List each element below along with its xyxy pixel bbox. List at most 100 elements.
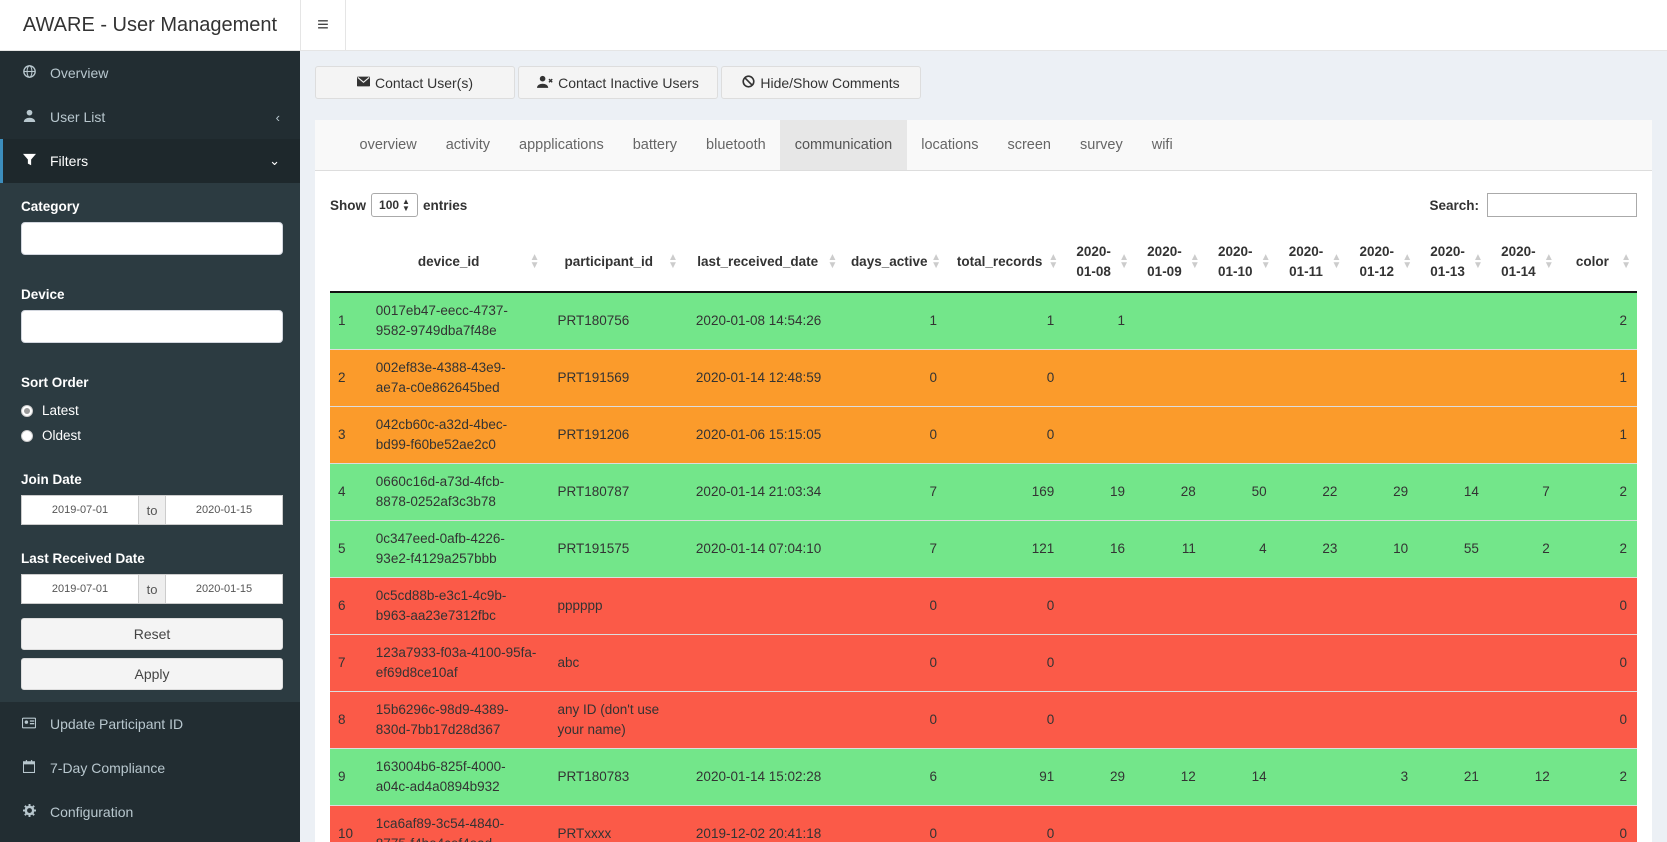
radio-button[interactable] bbox=[21, 429, 33, 442]
cell-d0111 bbox=[1276, 805, 1348, 842]
id-card-icon bbox=[18, 717, 40, 732]
last-received-to-input[interactable]: 2020-01-15 bbox=[165, 574, 283, 604]
column-header-color[interactable]: color ▲ ▼ bbox=[1559, 233, 1637, 293]
column-header-2020-01-13[interactable]: 2020-01-13 ▲ ▼ bbox=[1418, 233, 1489, 293]
cell-days-active: 1 bbox=[843, 291, 947, 350]
tab-activity[interactable]: activity bbox=[431, 120, 504, 170]
sort-arrows-icon: ▲ ▼ bbox=[1402, 252, 1413, 271]
column-header-total_records[interactable]: total_records ▲ ▼ bbox=[946, 233, 1065, 293]
table-header-row: device_id ▲ ▼ participant_id ▲ ▼ last_received… bbox=[330, 233, 1637, 293]
cell-d0109 bbox=[1135, 634, 1206, 692]
cell-last-received-date: 2020-01-06 15:15:05 bbox=[683, 406, 844, 464]
calendar-icon bbox=[18, 760, 40, 776]
sidebar-item-user-list[interactable]: User List ‹ bbox=[0, 95, 300, 139]
column-header-2020-01-10[interactable]: 2020-01-10 ▲ ▼ bbox=[1205, 233, 1277, 293]
cell-color: 2 bbox=[1559, 748, 1637, 806]
cell-d0110 bbox=[1205, 805, 1277, 842]
cell-d0114 bbox=[1488, 349, 1560, 407]
contact-users-button[interactable]: Contact User(s) bbox=[315, 66, 515, 99]
cell-d0108 bbox=[1064, 577, 1136, 635]
cell-idx: 2 bbox=[330, 349, 364, 407]
sort-arrows-icon: ▲ ▼ bbox=[1621, 252, 1631, 271]
cell-participant-id: PRT191569 bbox=[545, 349, 684, 407]
cell-d0111 bbox=[1276, 349, 1348, 407]
table-row[interactable]: 6 0c5cd88b-e3c1-4c9b-b963-aa23e7312fbc ppp… bbox=[330, 577, 1637, 635]
table-row[interactable]: 101ca6af89-3c54-4840-8775-f4be4cef4eadPR… bbox=[330, 805, 1637, 842]
reset-button[interactable]: Reset bbox=[21, 618, 283, 650]
cell-d0112 bbox=[1347, 291, 1419, 350]
join-date-from-input[interactable]: 2019-07-01 bbox=[21, 495, 139, 525]
apply-button[interactable]: Apply bbox=[21, 658, 283, 690]
cell-device-id: 0660c16d-a73d-4fcb-8878-0252af3c3b78 bbox=[363, 463, 546, 521]
ban-icon bbox=[742, 74, 755, 91]
cell-d0110 bbox=[1205, 349, 1277, 407]
column-header-days_active[interactable]: days_active ▲ ▼ bbox=[843, 233, 947, 293]
cell-d0108 bbox=[1064, 634, 1136, 692]
cell-days-active: 0 bbox=[843, 577, 947, 635]
device-input[interactable] bbox=[21, 310, 283, 343]
sidebar-item-overview[interactable]: Overview bbox=[0, 51, 300, 95]
sort-option-latest[interactable]: Latest bbox=[21, 398, 284, 423]
sidebar-item-update-participant-id[interactable]: Update Participant ID bbox=[0, 702, 300, 746]
tab-wifi[interactable]: wifi bbox=[1137, 120, 1187, 170]
table-row[interactable]: 9 163004b6-825f-4000-a04c-ad4a0894b932 PRT… bbox=[330, 748, 1637, 806]
sidebar-item-filters[interactable]: Filters ⌄ bbox=[0, 139, 300, 183]
column-header-2020-01-12[interactable]: 2020-01-12 ▲ ▼ bbox=[1347, 233, 1419, 293]
column-header-label: 2020-01-13 bbox=[1430, 244, 1465, 279]
cell-device-id: 163004b6-825f-4000-a04c-ad4a0894b932 bbox=[363, 748, 546, 806]
cell-d0110 bbox=[1205, 406, 1277, 464]
table-row[interactable]: 1 0017eb47-eecc-4737-9582-9749dba7f48e PRT… bbox=[330, 291, 1637, 350]
cell-d0110: 50 bbox=[1205, 463, 1277, 521]
cell-color: 0 bbox=[1559, 691, 1637, 749]
table-row[interactable]: 4 0660c16d-a73d-4fcb-8878-0252af3c3b78 PRT… bbox=[330, 463, 1637, 521]
tab-screen[interactable]: screen bbox=[993, 120, 1066, 170]
tab-locations[interactable]: locations bbox=[907, 120, 993, 170]
column-header-device_id[interactable]: device_id ▲ ▼ bbox=[363, 233, 546, 293]
table-row[interactable]: 8 15b6296c-98d9-4389-830d-7bb17d28d367 any… bbox=[330, 691, 1637, 749]
radio-button-checked[interactable] bbox=[21, 404, 33, 417]
cell-d0108 bbox=[1064, 691, 1136, 749]
tab-battery[interactable]: battery bbox=[618, 120, 691, 170]
cell-d0113 bbox=[1418, 406, 1489, 464]
last-received-from-input[interactable]: 2019-07-01 bbox=[21, 574, 139, 604]
cell-color: 0 bbox=[1559, 577, 1637, 635]
table-row[interactable]: 2 002ef83e-4388-43e9-ae7a-c0e862645bed PRT… bbox=[330, 349, 1637, 407]
cell-d0113 bbox=[1418, 634, 1489, 692]
data-table: device_id ▲ ▼ participant_id ▲ ▼ last_received… bbox=[330, 233, 1637, 842]
column-header-2020-01-14[interactable]: 2020-01-14 ▲ ▼ bbox=[1488, 233, 1560, 293]
column-header-last_received_date[interactable]: last_received_date ▲ ▼ bbox=[683, 233, 844, 293]
join-date-to-input[interactable]: 2020-01-15 bbox=[165, 495, 283, 525]
sidebar-item-7-day-compliance[interactable]: 7-Day Compliance bbox=[0, 746, 300, 790]
table-row[interactable]: 5 0c347eed-0afb-4226-93e2-f4129a257bbb PRT… bbox=[330, 520, 1637, 578]
cell-device-id: 123a7933-f03a-4100-95fa-ef69d8ce10af bbox=[363, 634, 546, 692]
cell-participant-id: PRT180756 bbox=[545, 291, 684, 350]
sidebar-toggle-button[interactable]: ≡ bbox=[301, 0, 346, 51]
search-input[interactable] bbox=[1487, 193, 1637, 217]
sidebar-item-configuration[interactable]: Configuration bbox=[0, 790, 300, 834]
table-row[interactable]: 7 123a7933-f03a-4100-95fa-ef69d8ce10af abc… bbox=[330, 634, 1637, 692]
sort-option-label: Latest bbox=[42, 403, 79, 418]
category-input[interactable] bbox=[21, 222, 283, 255]
column-header-2020-01-08[interactable]: 2020-01-08 ▲ ▼ bbox=[1064, 233, 1136, 293]
sort-arrows-icon: ▲ ▼ bbox=[1473, 252, 1483, 271]
contact-inactive-users-button[interactable]: Contact Inactive Users bbox=[518, 66, 718, 99]
column-header-participant_id[interactable]: participant_id ▲ ▼ bbox=[545, 233, 684, 293]
column-header-2020-01-09[interactable]: 2020-01-09 ▲ ▼ bbox=[1135, 233, 1206, 293]
tab-appplications[interactable]: appplications bbox=[505, 120, 619, 170]
column-header-label: participant_id bbox=[564, 254, 653, 269]
page-size-select[interactable]: 100 ▲ ▼ bbox=[371, 193, 418, 217]
cell-d0109: 12 bbox=[1135, 748, 1206, 806]
tab-bluetooth[interactable]: bluetooth bbox=[692, 120, 781, 170]
tab-survey[interactable]: survey bbox=[1066, 120, 1138, 170]
table-row[interactable]: 3 042cb60c-a32d-4bec-bd99-f60be52ae2c0 PRT… bbox=[330, 406, 1637, 464]
filter-icon bbox=[18, 153, 40, 169]
cell-d0110 bbox=[1205, 577, 1277, 635]
column-header-2020-01-11[interactable]: 2020-01-11 ▲ ▼ bbox=[1276, 233, 1348, 293]
column-header-label: 2020-01-14 bbox=[1501, 244, 1536, 279]
column-header-label: 2020-01-09 bbox=[1147, 244, 1182, 279]
tab-communication[interactable]: communication bbox=[780, 120, 907, 170]
sort-option-oldest[interactable]: Oldest bbox=[21, 423, 284, 448]
hide-show-comments-button[interactable]: Hide/Show Comments bbox=[721, 66, 921, 99]
cell-total-records: 0 bbox=[946, 691, 1065, 749]
tab-overview[interactable]: overview bbox=[345, 120, 431, 170]
